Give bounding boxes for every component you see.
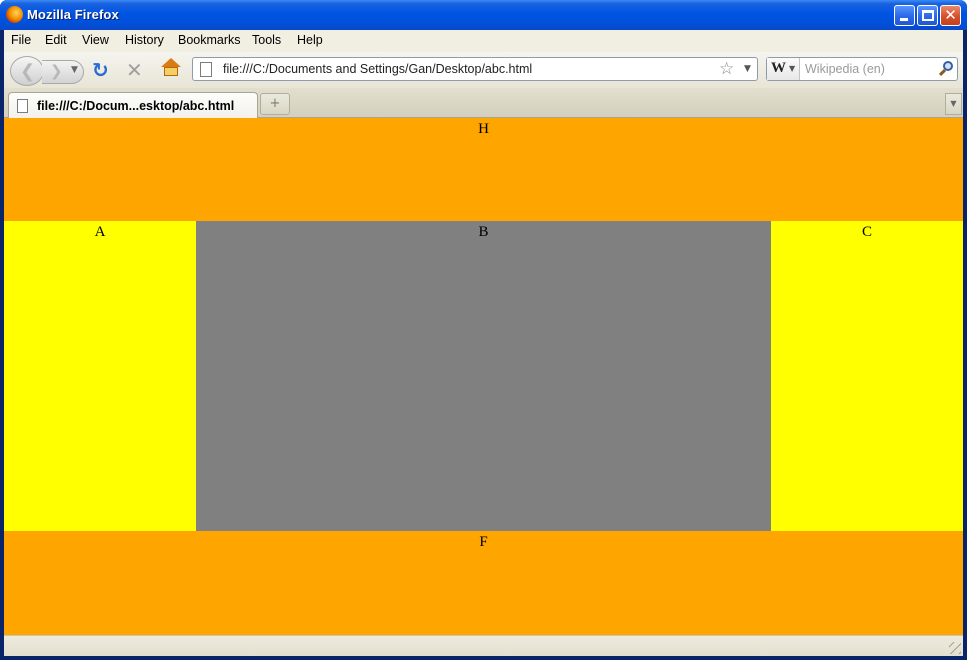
chevron-down-icon: ▼ [950, 99, 957, 108]
search-engine-button[interactable]: W ▼ [767, 58, 800, 80]
bookmark-star-icon[interactable]: ☆ [719, 59, 734, 79]
left-label: A [94, 224, 106, 240]
search-handle [938, 68, 947, 77]
menu-tools[interactable]: Tools [252, 33, 281, 47]
url-text[interactable]: file:///C:/Documents and Settings/Gan/De… [223, 62, 532, 76]
tab-list-button[interactable]: ▼ [945, 93, 962, 115]
forward-button[interactable]: ❯ ▼ [42, 60, 84, 84]
wikipedia-icon: W [771, 60, 786, 76]
page-icon [200, 62, 212, 77]
home-body [164, 67, 178, 76]
search-bar[interactable]: W ▼ Wikipedia (en) [766, 57, 958, 81]
home-icon[interactable] [161, 58, 181, 78]
left-column: A [4, 221, 196, 531]
minimize-button[interactable] [894, 5, 915, 26]
browser-chrome: File Edit View History Bookmarks Tools H… [4, 30, 963, 119]
history-dropdown-icon[interactable]: ▼ [71, 65, 78, 75]
back-button[interactable]: ❮ [10, 56, 44, 86]
url-dropdown-icon[interactable]: ▼ [744, 64, 751, 74]
search-icon[interactable] [937, 59, 955, 79]
footer-region: F [4, 531, 963, 635]
header-region: H [4, 118, 963, 221]
firefox-icon [6, 6, 23, 23]
menu-help[interactable]: Help [297, 33, 323, 47]
new-tab-button[interactable]: + [260, 93, 290, 115]
page-content: H A B C F [4, 118, 963, 635]
navigation-toolbar: ❮ ❯ ▼ ↻ ✕ file:///C:/Documents and Setti… [4, 52, 963, 88]
status-bar [4, 635, 963, 656]
center-label: B [478, 224, 489, 240]
back-arrow-icon: ❮ [20, 61, 36, 82]
menu-edit[interactable]: Edit [45, 33, 67, 47]
maximize-icon [922, 10, 934, 21]
right-label: C [861, 224, 872, 240]
tab-label: file:///C:/Docum...esktop/abc.html [37, 99, 235, 113]
title-bar[interactable]: Mozilla Firefox ✕ [0, 0, 967, 30]
tab-bar: file:///C:/Docum...esktop/abc.html + ▼ [4, 88, 963, 119]
close-icon: ✕ [944, 6, 957, 24]
header-label: H [478, 121, 489, 137]
maximize-button[interactable] [917, 5, 938, 26]
browser-window: Mozilla Firefox ✕ File Edit View History… [0, 0, 967, 660]
close-button[interactable]: ✕ [940, 5, 961, 26]
menu-bar: File Edit View History Bookmarks Tools H… [4, 30, 963, 52]
menu-bookmarks[interactable]: Bookmarks [178, 33, 241, 47]
window-title: Mozilla Firefox [27, 7, 119, 22]
search-input[interactable]: Wikipedia (en) [805, 62, 885, 76]
minimize-icon [900, 18, 908, 21]
center-column: B [196, 221, 771, 531]
menu-history[interactable]: History [125, 33, 164, 47]
plus-icon: + [269, 96, 281, 111]
menu-file[interactable]: File [11, 33, 31, 47]
stop-icon[interactable]: ✕ [126, 58, 143, 82]
right-column: C [771, 221, 963, 531]
footer-label: F [479, 534, 488, 550]
home-roof [161, 58, 181, 67]
reload-icon[interactable]: ↻ [92, 58, 109, 82]
page-icon [17, 99, 28, 113]
menu-view[interactable]: View [82, 33, 109, 47]
tab-abc-html[interactable]: file:///C:/Docum...esktop/abc.html [8, 92, 258, 119]
address-bar[interactable]: file:///C:/Documents and Settings/Gan/De… [192, 57, 758, 81]
forward-arrow-icon: ❯ [50, 62, 63, 80]
engine-dropdown-icon: ▼ [789, 64, 796, 73]
resize-grip-icon[interactable] [949, 642, 961, 654]
